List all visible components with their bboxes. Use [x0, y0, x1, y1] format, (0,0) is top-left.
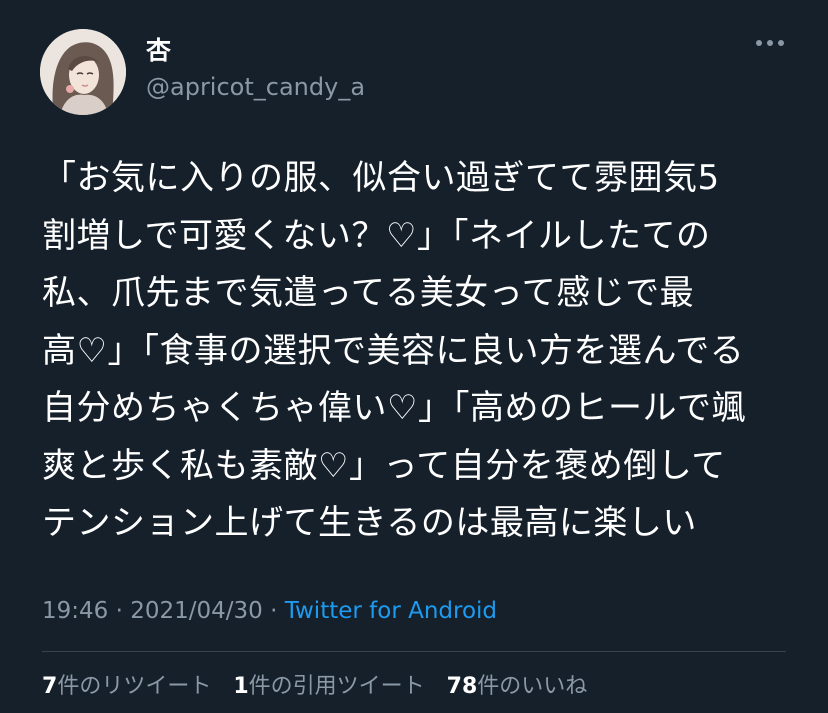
tweet-source-link[interactable]: Twitter for Android: [285, 598, 497, 624]
more-dot: [756, 40, 762, 46]
likes-label: 件のいいね: [477, 674, 588, 699]
more-options-icon[interactable]: [756, 40, 784, 46]
tweet-detail: 杏 @apricot_candy_a 「お気に入りの服、似合い過ぎてて雰囲気5 …: [0, 0, 828, 713]
display-name[interactable]: 杏: [146, 36, 171, 66]
tweet-text: 「お気に入りの服、似合い過ぎてて雰囲気5 割増しで可愛くない？♡」「ネイルしたて…: [42, 150, 792, 553]
avatar[interactable]: [40, 29, 126, 115]
quotes-label: 件の引用ツイート: [248, 674, 425, 699]
tweet-text-line: 自分めちゃくちゃ偉い♡」「高めのヒールで颯: [42, 388, 746, 428]
more-dot: [778, 40, 784, 46]
tweet-time[interactable]: 19:46: [42, 598, 108, 624]
tweet-date[interactable]: 2021/04/30: [130, 598, 263, 624]
tweet-text-line: 爽と歩く私も素敵♡」って自分を褒め倒して: [42, 445, 726, 486]
likes-stat[interactable]: 78件のいいね: [447, 672, 588, 702]
tweet-text-line: テンション上げて生きるのは最高に楽しい: [42, 503, 697, 543]
more-dot: [767, 40, 773, 46]
avatar-illustration-icon: [40, 29, 126, 115]
retweets-label: 件のリツイート: [57, 674, 212, 699]
meta-separator: ·: [262, 598, 285, 624]
retweets-count: 7: [42, 674, 58, 699]
tweet-text-line: 高♡」「食事の選択で美容に良い方を選んでる: [42, 330, 745, 371]
likes-count: 78: [446, 674, 478, 699]
user-handle[interactable]: @apricot_candy_a: [146, 72, 365, 102]
retweets-stat[interactable]: 7件のリツイート: [42, 672, 211, 702]
tweet-text-line: 私、爪先まで気遣ってる美女って感じで最: [42, 273, 695, 313]
tweet-meta: 19:46 · 2021/04/30 · Twitter for Android: [42, 596, 497, 626]
quotes-count: 1: [233, 674, 249, 699]
tweet-text-line: 割増しで可愛くない？♡」「ネイルしたての: [42, 215, 711, 256]
tweet-text-line: 「お気に入りの服、似合い過ぎてて雰囲気5: [42, 158, 720, 198]
meta-separator: ·: [108, 598, 131, 624]
divider: [42, 651, 786, 652]
tweet-stats: 7件のリツイート 1件の引用ツイート 78件のいいね: [42, 672, 587, 702]
quotes-stat[interactable]: 1件の引用ツイート: [233, 672, 424, 702]
